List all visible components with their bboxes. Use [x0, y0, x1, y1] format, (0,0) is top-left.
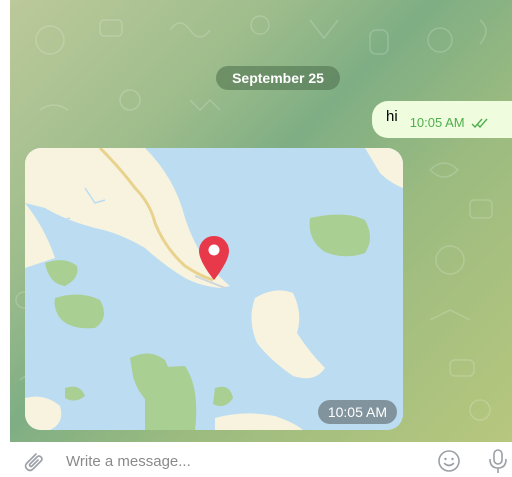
double-check-icon	[471, 118, 488, 128]
location-message-time: 10:05 AM	[317, 400, 397, 424]
message-input[interactable]	[66, 448, 406, 474]
outgoing-message-bubble[interactable]: hi 10:05 AM	[372, 101, 512, 138]
message-composer	[0, 442, 512, 477]
message-meta: 10:05 AM	[410, 115, 489, 130]
location-message[interactable]: 10:05 AM	[25, 148, 403, 430]
message-time: 10:05 AM	[409, 115, 465, 130]
date-separator: September 25	[216, 66, 340, 90]
map-pin-icon	[199, 236, 229, 280]
emoji-icon[interactable]	[437, 449, 461, 473]
microphone-icon[interactable]	[488, 448, 508, 474]
map-preview	[25, 148, 403, 430]
paperclip-icon[interactable]	[22, 450, 44, 472]
message-text: hi	[386, 108, 398, 125]
